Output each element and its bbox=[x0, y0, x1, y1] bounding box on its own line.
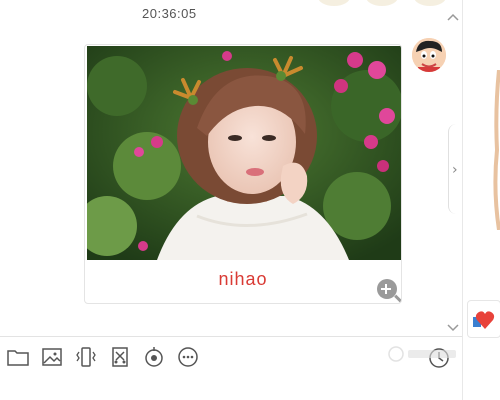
chevron-right-icon: › bbox=[452, 162, 458, 178]
folder-icon[interactable] bbox=[6, 345, 30, 369]
side-panel-toggle[interactable]: › bbox=[448, 124, 462, 214]
message-caption: nihao bbox=[218, 269, 268, 289]
message-photo[interactable] bbox=[87, 46, 401, 260]
vibrate-icon[interactable] bbox=[74, 345, 98, 369]
record-icon[interactable] bbox=[142, 345, 166, 369]
zoom-handle bbox=[394, 294, 401, 303]
chevron-up-icon[interactable] bbox=[446, 12, 460, 22]
figure-illustration bbox=[493, 70, 500, 230]
image-message-card[interactable]: nihao bbox=[84, 44, 402, 304]
chat-message-area: 20:36:05 nihao › bbox=[0, 0, 462, 336]
more-icon[interactable] bbox=[176, 345, 200, 369]
chevron-down-icon[interactable] bbox=[446, 322, 460, 332]
avatar[interactable] bbox=[412, 38, 446, 72]
watermark bbox=[388, 344, 460, 364]
heart-sticker-icon[interactable] bbox=[467, 300, 500, 338]
right-side-panel bbox=[462, 0, 500, 400]
scissors-icon[interactable] bbox=[108, 345, 132, 369]
decoration-bubbles bbox=[318, 0, 458, 8]
message-timestamp: 20:36:05 bbox=[142, 6, 197, 21]
image-icon[interactable] bbox=[40, 345, 64, 369]
